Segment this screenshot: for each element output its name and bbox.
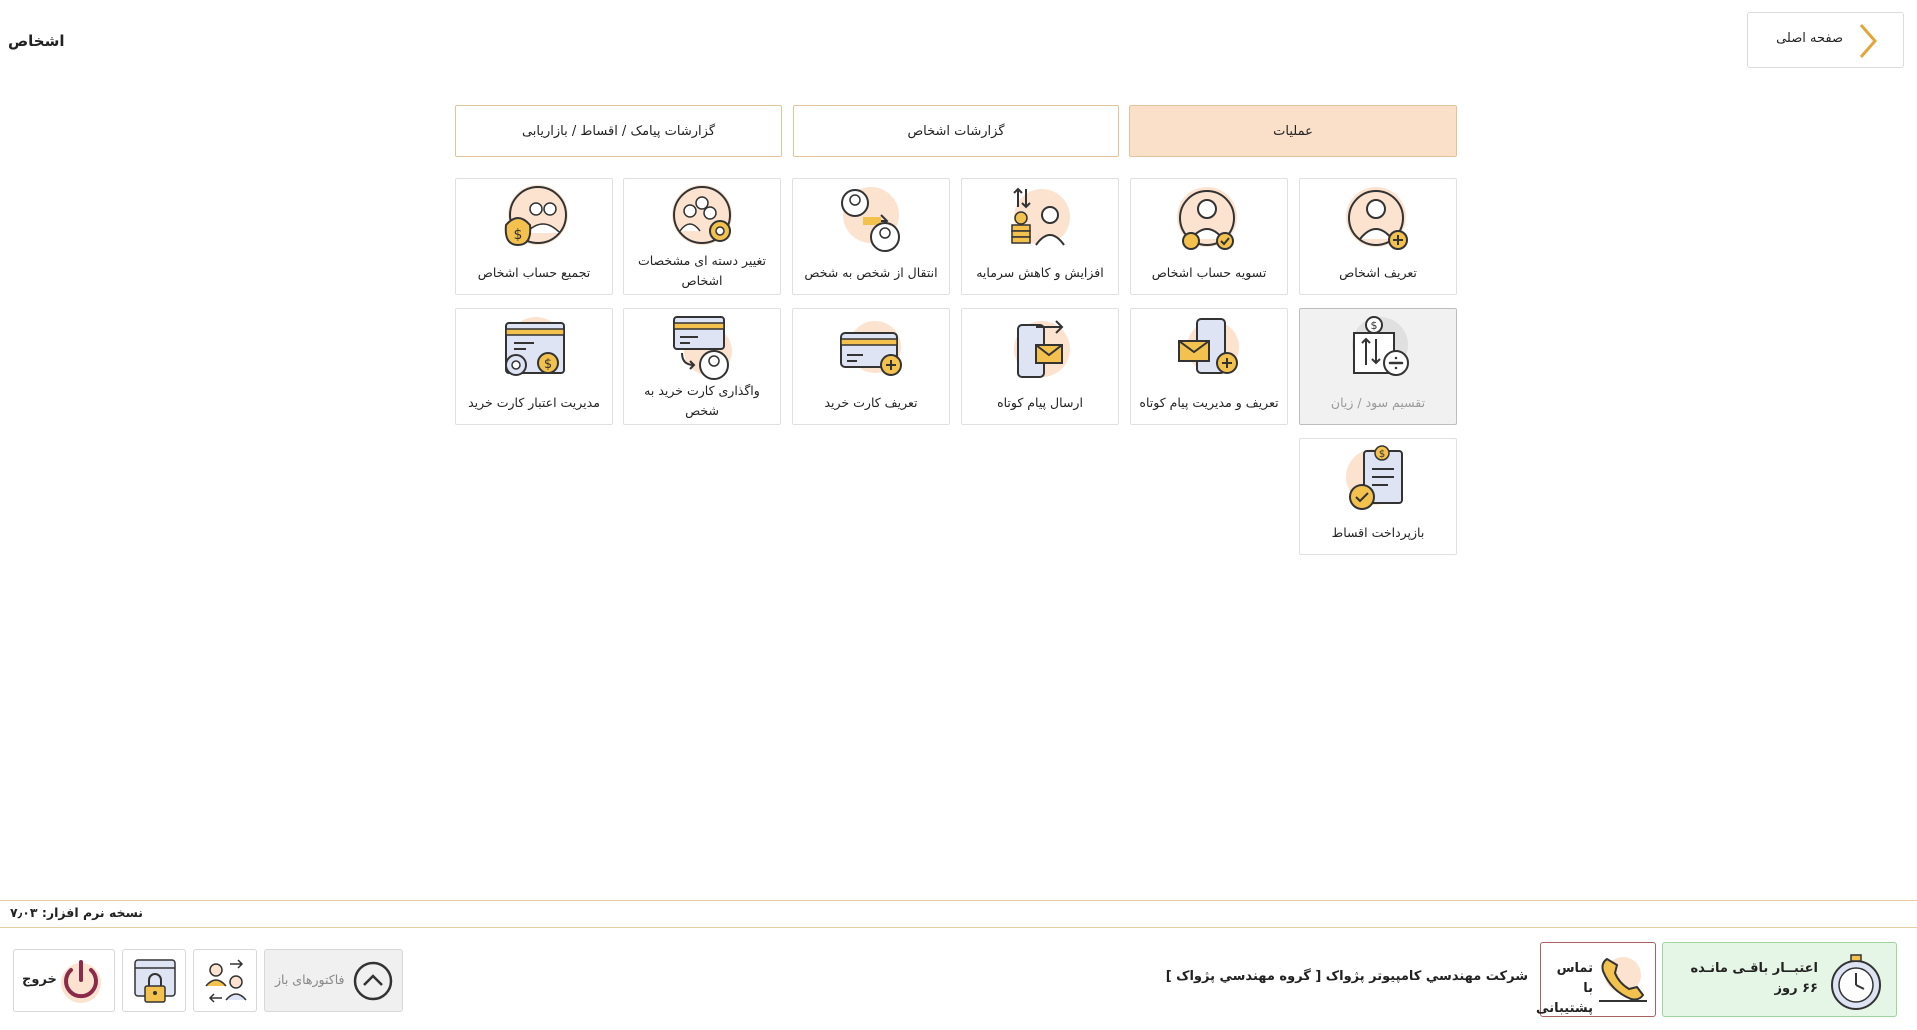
- tile-label: مدیریت اعتبار کارت خرید: [468, 395, 600, 410]
- home-button[interactable]: صفحه اصلی: [1747, 12, 1904, 68]
- chevron-up-icon: [353, 961, 393, 1001]
- lock-screen-button[interactable]: [122, 949, 186, 1012]
- tile-define-person[interactable]: تعریف اشخاص: [1299, 178, 1457, 295]
- svg-text:$: $: [1379, 449, 1385, 460]
- tile-settle-person[interactable]: تسویه حساب اشخاص: [1130, 178, 1288, 295]
- tile-card-assign[interactable]: واگذاری کارت خرید به شخص: [623, 308, 781, 425]
- support-label: پشتیبانی: [1536, 1001, 1593, 1016]
- chevron-right-icon: [1859, 24, 1877, 58]
- tab-sms-reports[interactable]: گزارشات پیامک / اقساط / بازاریابی: [455, 105, 782, 157]
- group-settings-icon: [672, 185, 732, 245]
- phone-icon: [1599, 957, 1647, 1002]
- capital-change-icon: [1011, 187, 1070, 246]
- tile-label: انتقال از شخص به شخص: [804, 265, 938, 280]
- tile-profit-split[interactable]: $ تقسیم سود / زیان: [1299, 308, 1457, 425]
- exit-label: خروج: [22, 972, 57, 987]
- company-name: شرکت مهندسي کامپيوتر پژواک [ گروه مهندسي…: [1165, 969, 1528, 984]
- tile-label: تقسیم سود / زیان: [1330, 395, 1426, 410]
- switch-user-icon: [205, 959, 247, 1003]
- credit-label: اعتبــار باقـی مانـده: [1690, 961, 1818, 976]
- switch-user-button[interactable]: [193, 949, 257, 1012]
- sms-manage-icon: [1178, 318, 1239, 374]
- lock-icon: [134, 959, 176, 1003]
- card-assign-icon: [673, 316, 732, 380]
- sms-send-icon: [1014, 320, 1070, 378]
- tile-label: تعریف اشخاص: [1339, 265, 1417, 280]
- tile-label: افزایش و کاهش سرمایه: [976, 265, 1104, 280]
- home-label: صفحه اصلی: [1776, 31, 1843, 46]
- group-money-icon: $: [504, 185, 568, 247]
- credit-days: ۶۶ روز: [1774, 981, 1818, 996]
- tab-person-reports[interactable]: گزارشات اشخاص: [793, 105, 1119, 157]
- tile-card-define[interactable]: تعریف کارت خرید: [792, 308, 950, 425]
- tile-group-money[interactable]: $ تجمیع حساب اشخاص: [455, 178, 613, 295]
- tile-label: بازپرداخت اقساط: [1331, 525, 1425, 540]
- person-add-icon: [1346, 187, 1408, 250]
- card-add-icon: [840, 321, 902, 376]
- footer-divider: [0, 927, 1917, 928]
- exit-button[interactable]: خروج: [13, 949, 115, 1012]
- svg-text:$: $: [544, 357, 552, 372]
- tile-label: ارسال پیام کوتاه: [997, 395, 1083, 410]
- open-invoices-label: فاکتورهای باز: [275, 972, 345, 987]
- tile-sms-manage[interactable]: تعریف و مدیریت پیام کوتاه: [1130, 308, 1288, 425]
- tile-label: تعریف کارت خرید: [824, 395, 918, 410]
- tile-card-credit[interactable]: $ مدیریت اعتبار کارت خرید: [455, 308, 613, 425]
- person-transfer-icon: [841, 187, 900, 252]
- tile-group-change[interactable]: تغییر دسته ای مشخصات اشخاص: [623, 178, 781, 295]
- contact-support-button[interactable]: تماس با پشتیبانی: [1536, 942, 1656, 1017]
- software-version: نسخه نرم افزار: ۷٫۰۳: [10, 905, 143, 920]
- page-title: اشخاص: [8, 32, 65, 50]
- installment-icon: $: [1346, 445, 1403, 510]
- svg-text:$: $: [1371, 319, 1378, 332]
- tile-label: واگذاری کارت خرید به شخص: [644, 383, 760, 418]
- tile-capital-change[interactable]: افزایش و کاهش سرمایه: [961, 178, 1119, 295]
- remaining-credit: اعتبــار باقـی مانـده ۶۶ روز: [1662, 942, 1897, 1017]
- open-invoices-button[interactable]: فاکتورهای باز: [264, 949, 403, 1012]
- power-icon: [61, 960, 101, 1003]
- tile-label: تعریف و مدیریت پیام کوتاه: [1139, 395, 1279, 410]
- person-settle-icon: [1177, 187, 1237, 250]
- tile-sms-send[interactable]: ارسال پیام کوتاه: [961, 308, 1119, 425]
- tile-label: تسویه حساب اشخاص: [1151, 265, 1267, 280]
- stopwatch-icon: [1831, 954, 1881, 1010]
- tab-operations[interactable]: عملیات: [1129, 105, 1457, 157]
- tile-label: تغییر دسته ای مشخصات اشخاص: [638, 253, 766, 288]
- tile-installment-repay[interactable]: $ بازپرداخت اقساط: [1299, 438, 1457, 555]
- tile-person-transfer[interactable]: انتقال از شخص به شخص: [792, 178, 950, 295]
- svg-text:$: $: [514, 227, 523, 243]
- support-label: تماس با: [1556, 961, 1593, 996]
- tile-label: تجمیع حساب اشخاص: [477, 265, 591, 280]
- profit-split-icon: $: [1352, 316, 1409, 376]
- footer-divider: [0, 900, 1917, 901]
- card-credit-icon: $: [505, 317, 565, 376]
